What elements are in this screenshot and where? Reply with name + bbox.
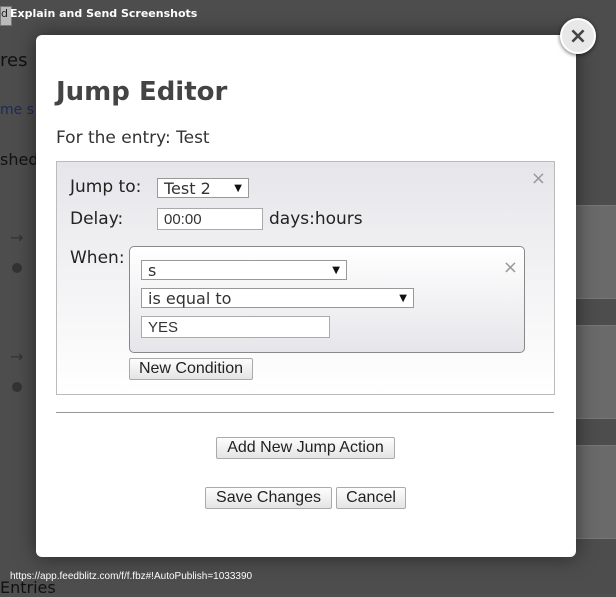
delay-units-label: days:hours [269,209,363,229]
condition-field-value: s [148,260,157,280]
background-app-title: Explain and Send Screenshots [10,7,198,20]
condition-field-select[interactable]: s ▼ [141,260,347,280]
chevron-down-icon: ▼ [234,182,242,194]
condition-operator-value: is equal to [148,288,232,308]
status-bar-url: https://app.feedblitz.com/f/f.fbz#!AutoP… [10,571,253,582]
chevron-down-icon: ▼ [332,264,340,276]
divider [56,412,554,413]
when-label: When: [70,248,125,268]
background-node-icon [12,263,22,273]
entry-label: For the entry: Test [56,128,210,148]
chevron-down-icon: ▼ [399,292,407,304]
dialog-close-icon[interactable]: × [560,18,596,54]
remove-condition-close-icon[interactable]: × [503,257,518,278]
background-heading-fragment: res [0,50,28,71]
save-changes-button[interactable]: Save Changes [205,487,332,509]
cancel-button[interactable]: Cancel [336,487,406,509]
jump-to-label: Jump to: [70,177,142,197]
condition-value-input[interactable]: YES [141,316,330,338]
background-text-fragment: shed [0,150,39,169]
jump-action-panel: × Jump to: Test 2 ▼ Delay: 00:00 days:ho… [56,161,555,395]
delay-input[interactable]: 00:00 [157,208,263,230]
jump-editor-dialog: Jump Editor For the entry: Test × Jump t… [36,35,576,557]
delay-label: Delay: [70,209,124,229]
new-condition-button[interactable]: New Condition [129,358,253,380]
background-link-fragment: me s [0,102,34,118]
condition-operator-select[interactable]: is equal to ▼ [141,288,414,308]
background-tab-label: d [1,7,8,20]
jump-to-select[interactable]: Test 2 ▼ [157,178,249,198]
background-card [576,445,616,539]
add-new-jump-action-button[interactable]: Add New Jump Action [216,437,395,459]
background-card [576,325,616,419]
background-node-icon [12,382,22,392]
jump-to-selected-value: Test 2 [164,178,211,198]
background-card [576,205,616,299]
background-arrow-icon: → [10,347,24,366]
background-arrow-icon: → [10,228,24,247]
dialog-title: Jump Editor [56,77,228,107]
remove-jump-action-close-icon[interactable]: × [531,168,546,189]
condition-box: × s ▼ is equal to ▼ YES [129,246,525,353]
